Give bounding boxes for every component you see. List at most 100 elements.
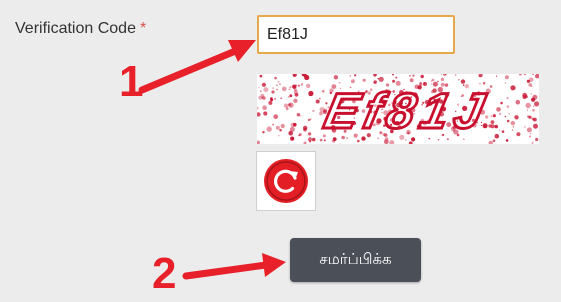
captcha-noise-dot (504, 82, 507, 84)
captcha-noise-dot (276, 84, 278, 86)
captcha-noise-dot (494, 133, 500, 139)
refresh-captcha-button[interactable] (256, 151, 316, 211)
captcha-noise-dot (261, 97, 264, 99)
captcha-noise-dot (333, 75, 339, 80)
captcha-noise-dot (405, 139, 407, 141)
captcha-noise-dot (283, 103, 289, 108)
captcha-noise-dot (431, 80, 433, 82)
annotation-step-1: 1 (119, 57, 144, 106)
captcha-noise-dot (532, 94, 538, 100)
captcha-noise-dot (511, 129, 514, 131)
annotation-arrow-1 (138, 48, 237, 94)
captcha-noise-dot (258, 95, 263, 100)
captcha-noise-dot (501, 130, 505, 133)
captcha-noise-dot (288, 130, 293, 136)
captcha-noise-dot (526, 127, 532, 133)
captcha-noise-dot (307, 132, 312, 136)
captcha-noise-dot (290, 136, 295, 141)
captcha-noise-dot (279, 128, 282, 132)
captcha-noise-dot (271, 90, 275, 94)
captcha-noise-dot (362, 78, 366, 82)
captcha-noise-dot (490, 120, 495, 124)
captcha-noise-dot (349, 75, 351, 77)
captcha-noise-dot (319, 97, 321, 100)
captcha-noise-dot (259, 74, 263, 78)
captcha-noise-dot (535, 137, 539, 142)
captcha-noise-dot (378, 76, 384, 82)
captcha-noise-dot (409, 74, 411, 77)
captcha-noise-dot (266, 126, 272, 132)
captcha-noise-dot (288, 103, 292, 107)
captcha-noise-dot (300, 83, 304, 86)
submit-button[interactable]: சமர்ப்பிக்க (290, 238, 421, 282)
captcha-noise-dot (510, 85, 516, 91)
verification-code-input[interactable] (257, 15, 455, 54)
captcha-noise-dot (354, 74, 357, 77)
captcha-noise-dot (528, 83, 532, 87)
captcha-noise-dot (278, 135, 280, 137)
captcha-noise-dot (528, 115, 532, 119)
verification-code-label-text: Verification Code (15, 20, 136, 37)
captcha-noise-dot (300, 115, 302, 117)
captcha-noise-dot (492, 114, 496, 118)
captcha-noise-dot (263, 87, 269, 93)
captcha-noise-dot (504, 75, 509, 80)
captcha-noise-dot (282, 86, 287, 92)
captcha-noise-dot (277, 80, 280, 83)
captcha-noise-dot (440, 77, 444, 81)
captcha-noise-dot (315, 99, 320, 104)
captcha-noise-dot (505, 139, 509, 142)
captcha-noise-dot (296, 113, 301, 117)
captcha-noise-dot (280, 123, 285, 129)
captcha-noise-dot (274, 76, 277, 80)
captcha-noise-dot (504, 115, 507, 118)
captcha-noise-dot (321, 89, 325, 93)
captcha-noise-dot (319, 138, 323, 142)
captcha-noise-dot (496, 75, 498, 77)
captcha-noise-dot (531, 117, 535, 121)
captcha-noise-dot (506, 97, 509, 100)
captcha-noise-dot (270, 97, 273, 100)
captcha-noise-dot (295, 84, 298, 87)
captcha-noise-dot (261, 82, 266, 87)
annotation-arrowhead-1 (228, 40, 256, 62)
captcha-noise-dot (323, 139, 326, 142)
captcha-noise-dot (332, 139, 336, 143)
captcha-noise-dot (260, 90, 262, 92)
captcha-noise-dot (395, 76, 398, 79)
captcha-noise-dot (454, 74, 457, 76)
captcha-noise-dot (526, 79, 530, 83)
captcha-noise-dot (531, 141, 534, 144)
captcha-noise-dot (420, 74, 424, 79)
annotation-step-2: 2 (152, 249, 177, 298)
captcha-noise-dot (307, 137, 313, 142)
captcha-noise-dot (506, 119, 510, 123)
captcha-noise-dot (510, 120, 515, 126)
captcha-noise-dot (357, 139, 360, 143)
captcha-noise-dot (279, 83, 281, 85)
captcha-noise-dot (280, 97, 282, 99)
captcha-noise-dot (494, 124, 498, 129)
captcha-noise-dot (500, 101, 503, 105)
captcha-noise-dot (312, 109, 315, 113)
captcha-noise-dot (272, 123, 274, 126)
captcha-noise-dot (293, 98, 298, 103)
captcha-noise-dot (298, 134, 300, 137)
captcha-noise-dot (532, 109, 535, 112)
captcha-noise-dot (534, 101, 539, 107)
captcha-noise-dot (499, 112, 502, 115)
captcha-noise-dot (458, 79, 460, 81)
captcha-noise-dot (530, 93, 532, 95)
captcha-noise-dot (268, 100, 273, 105)
captcha-noise-dot (527, 109, 529, 111)
refresh-icon (264, 159, 308, 203)
captcha-noise-dot (297, 84, 300, 87)
captcha-noise-dot (276, 88, 278, 91)
captcha-noise-dot (441, 74, 442, 75)
captcha-noise-dot (533, 123, 538, 129)
captcha-noise-dot (288, 88, 291, 91)
captcha-noise-dot (308, 90, 314, 97)
captcha-noise-dot (490, 124, 495, 129)
captcha-noise-dot (262, 131, 265, 134)
verification-code-label: Verification Code * (15, 20, 146, 38)
